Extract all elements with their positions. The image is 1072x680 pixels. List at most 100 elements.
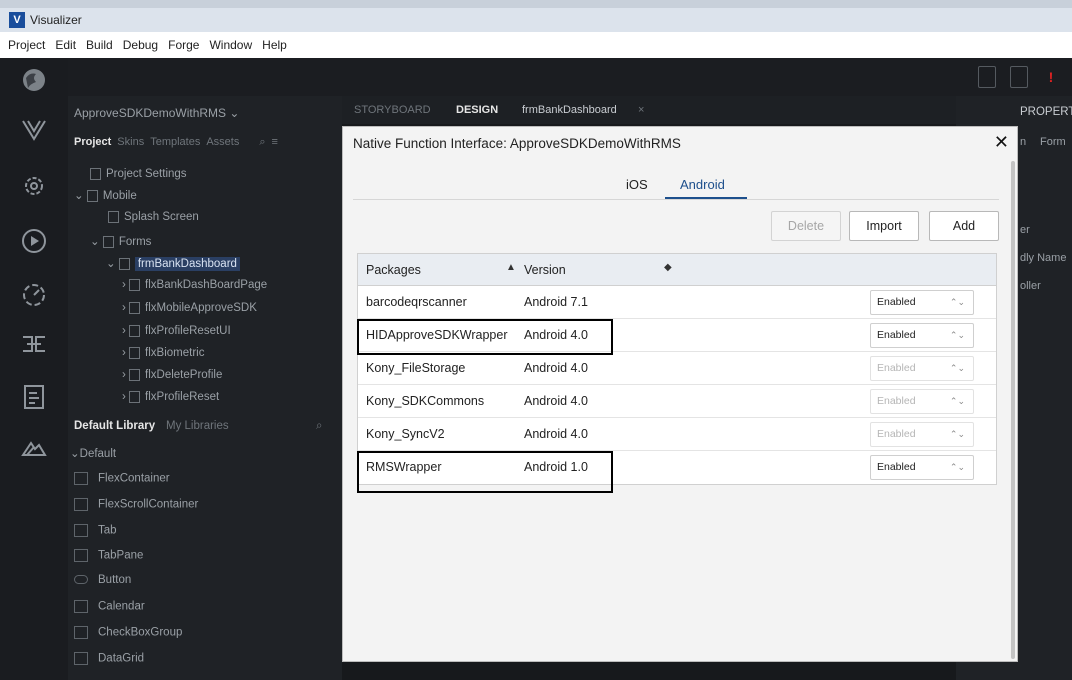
menu-debug[interactable]: Debug xyxy=(123,38,158,52)
status-select[interactable]: Enabled ⌃⌄ xyxy=(870,323,974,348)
library-search-icon[interactable]: ⌕ xyxy=(316,420,322,433)
tab-templates[interactable]: Templates xyxy=(150,136,200,148)
table-row[interactable]: barcodeqrscanner Android 7.1 Enabled ⌃⌄ xyxy=(358,286,996,319)
settings-gear-icon[interactable] xyxy=(18,174,50,206)
widget-tab[interactable]: Tab xyxy=(74,524,117,537)
flex-container-icon xyxy=(129,279,141,291)
dialog-scrollbar[interactable] xyxy=(1011,161,1015,659)
widget-flexscrollcontainer[interactable]: FlexScrollContainer xyxy=(74,498,198,511)
props-tab-partial[interactable]: n xyxy=(1020,136,1026,148)
tab-assets[interactable]: Assets xyxy=(206,136,239,148)
status-select[interactable]: Enabled ⌃⌄ xyxy=(870,422,974,447)
menu-icon[interactable]: ≡ xyxy=(272,136,278,148)
tree-item-project-settings[interactable]: Project Settings xyxy=(90,168,187,180)
menu-help[interactable]: Help xyxy=(262,38,287,52)
device-preview-icon[interactable] xyxy=(978,66,996,88)
library-group-default[interactable]: ⌄Default xyxy=(70,446,116,460)
table-row[interactable]: Kony_SyncV2 Android 4.0 Enabled ⌃⌄ xyxy=(358,418,996,451)
delete-button[interactable]: Delete xyxy=(771,211,841,241)
sort-asc-icon[interactable]: ▲ xyxy=(506,262,516,273)
tree-item-frm-bank-dashboard[interactable]: ⌄ frmBankDashboard xyxy=(106,256,240,271)
col-version[interactable]: Version xyxy=(524,263,566,277)
menu-forge[interactable]: Forge xyxy=(168,38,199,52)
widget-button[interactable]: Button xyxy=(74,574,131,586)
play-icon[interactable] xyxy=(18,228,50,260)
tab-skins[interactable]: Skins xyxy=(117,136,144,148)
widget-checkboxgroup[interactable]: CheckBoxGroup xyxy=(74,626,182,639)
status-select[interactable]: Enabled ⌃⌄ xyxy=(870,389,974,414)
flex-container-icon xyxy=(129,302,141,314)
table-row[interactable]: Kony_SDKCommons Android 4.0 Enabled ⌃⌄ xyxy=(358,385,996,418)
table-row[interactable]: Kony_FileStorage Android 4.0 Enabled ⌃⌄ xyxy=(358,352,996,385)
add-button[interactable]: Add xyxy=(929,211,999,241)
globe-icon[interactable] xyxy=(18,66,50,98)
tab-project[interactable]: Project xyxy=(74,136,111,148)
chevron-updown-icon: ⌃⌄ xyxy=(949,363,965,373)
window-top-strip xyxy=(0,0,1072,8)
flex-container-icon xyxy=(129,325,141,337)
flex-container-icon xyxy=(129,347,141,359)
layout-icon[interactable] xyxy=(18,332,50,364)
menu-project[interactable]: Project xyxy=(8,38,45,52)
tab-design[interactable]: DESIGN xyxy=(456,104,498,116)
tree-item-flx-delete-profile[interactable]: › flxDeleteProfile xyxy=(122,369,222,381)
document-icon[interactable] xyxy=(18,384,50,416)
datagrid-icon xyxy=(74,652,88,665)
package-name: barcodeqrscanner xyxy=(366,295,467,309)
widget-datagrid[interactable]: DataGrid xyxy=(74,652,144,665)
flex-container-icon xyxy=(129,369,141,381)
tree-item-flx-profile-reset-ui[interactable]: › flxProfileResetUI xyxy=(122,325,231,337)
props-row-3: oller xyxy=(1020,280,1041,292)
menu-window[interactable]: Window xyxy=(209,38,252,52)
widget-calendar[interactable]: Calendar xyxy=(74,600,145,613)
tree-item-flx-mobile-approve-sdk[interactable]: › flxMobileApproveSDK xyxy=(122,302,257,314)
button-widget-icon xyxy=(74,575,88,585)
col-packages[interactable]: Packages xyxy=(366,263,421,277)
import-button[interactable]: Import xyxy=(849,211,919,241)
tab-frm-bank-dashboard[interactable]: frmBankDashboard xyxy=(522,104,617,116)
status-select[interactable]: Enabled ⌃⌄ xyxy=(870,356,974,381)
widget-flexcontainer[interactable]: FlexContainer xyxy=(74,472,170,485)
tree-item-forms[interactable]: ⌄ Forms xyxy=(90,234,151,248)
props-row-1: er xyxy=(1020,224,1030,236)
tree-item-flx-profile-reset[interactable]: › flxProfileReset xyxy=(122,391,219,403)
chevron-updown-icon: ⌃⌄ xyxy=(949,330,965,340)
search-icon[interactable]: ⌕ xyxy=(259,136,265,149)
error-alert-icon[interactable]: ! xyxy=(1042,66,1060,88)
settings-file-icon xyxy=(90,168,101,180)
project-tabs: Project Skins Templates Assets ⌕ ≡ xyxy=(68,130,342,154)
dialog-title: Native Function Interface: ApproveSDKDem… xyxy=(353,136,681,151)
package-version: Android 4.0 xyxy=(524,394,588,408)
tab-ios[interactable]: iOS xyxy=(626,177,648,192)
tree-item-flx-biometric[interactable]: › flxBiometric xyxy=(122,347,204,359)
tab-storyboard[interactable]: STORYBOARD xyxy=(354,104,431,116)
platform-tabs-divider xyxy=(353,199,999,200)
flexcontainer-icon xyxy=(74,472,88,485)
widget-tabpane[interactable]: TabPane xyxy=(74,549,143,562)
project-name-dropdown[interactable]: ApproveSDKDemoWithRMS ⌄ xyxy=(74,106,239,120)
sort-icon[interactable]: ◆ xyxy=(664,262,672,273)
top-toolbar: ! xyxy=(68,58,1072,96)
tab-android[interactable]: Android xyxy=(680,177,725,192)
gauge-icon[interactable] xyxy=(18,282,50,314)
props-tab-form[interactable]: Form xyxy=(1040,136,1066,148)
package-version: Android 4.0 xyxy=(524,427,588,441)
status-select[interactable]: Enabled ⌃⌄ xyxy=(870,455,974,480)
mountain-icon[interactable] xyxy=(18,434,50,466)
close-icon[interactable]: ✕ xyxy=(994,132,1009,153)
clipboard-icon[interactable] xyxy=(1010,66,1028,88)
mobile-device-icon xyxy=(86,189,98,202)
tree-item-flx-bank-dashboard-page[interactable]: › flxBankDashBoardPage xyxy=(122,279,267,291)
package-name: Kony_SDKCommons xyxy=(366,394,485,408)
native-function-interface-dialog: Native Function Interface: ApproveSDKDem… xyxy=(342,126,1018,662)
tree-item-mobile[interactable]: ⌄ Mobile xyxy=(74,188,137,202)
menu-build[interactable]: Build xyxy=(86,38,113,52)
status-select[interactable]: Enabled ⌃⌄ xyxy=(870,290,974,315)
menu-edit[interactable]: Edit xyxy=(55,38,76,52)
tree-item-splash-screen[interactable]: Splash Screen xyxy=(108,211,199,223)
visualizer-v-icon[interactable] xyxy=(18,118,50,150)
tab-default-library[interactable]: Default Library xyxy=(74,420,155,432)
tab-my-libraries[interactable]: My Libraries xyxy=(166,420,229,432)
forms-icon xyxy=(102,235,114,248)
tab-close-icon[interactable]: × xyxy=(638,104,644,116)
